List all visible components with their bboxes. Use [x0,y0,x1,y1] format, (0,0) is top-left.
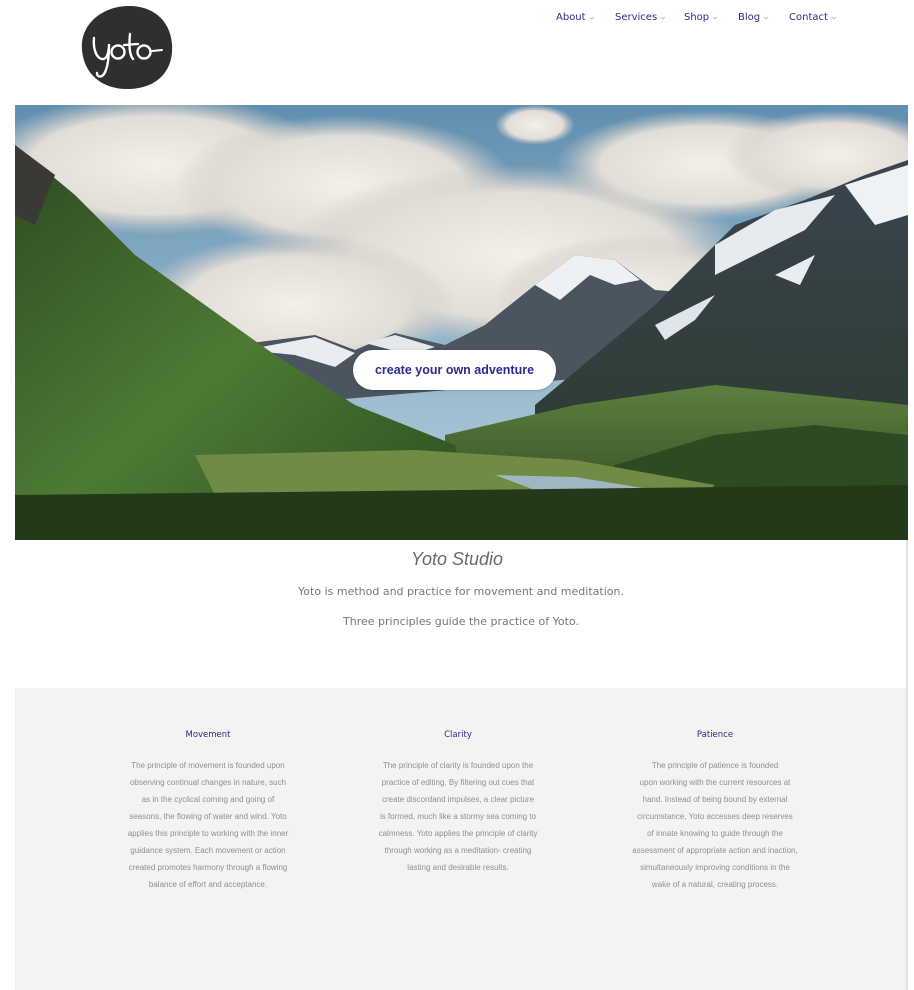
description-line: simultaneously improving conditions in t… [640,863,790,872]
nav-item-services[interactable]: Services [615,12,666,23]
description-line: The principle of movement is founded upo… [131,761,285,770]
nav-item-label: Services [615,12,658,23]
description-line: as in the cyclical coming and going of [141,795,275,804]
principle-title: Movement [185,730,231,740]
description-line: wake of a natural, creating process. [651,880,779,889]
description-line: is formed, much like a stormy sea coming… [379,812,537,821]
description-line: circumstance, Yoto accesses deep reserve… [637,812,793,821]
description-line: observing continual changes in nature, s… [129,778,287,787]
description-line: The principle of clarity is founded upon… [382,761,534,770]
nav-item-label: Shop [684,12,710,23]
principle-movement: Movement The principle of movement is fo… [108,730,308,893]
description-line: lasting and desirable results. [407,863,509,872]
intro-text: Yoto is method and practice for movement… [298,585,624,598]
nav-item-label: Contact [789,12,828,23]
principle-description: The principle of clarity is founded upon… [362,757,554,876]
chevron-down-icon [712,15,718,21]
chevron-down-icon [831,15,837,21]
principle-title: Patience [696,730,734,740]
page-edge-line [906,540,908,990]
intro-text: Three principles guide the practice of Y… [343,615,579,628]
description-line: through working as a meditation- creatin… [384,846,532,855]
description-line: create discordand impulses, a clear pict… [381,795,535,804]
description-line: practice of editing. By filtering out cu… [381,778,535,787]
nav-item-shop[interactable]: Shop [684,12,718,23]
description-line: balance of effort and acceptance. [148,880,268,889]
principle-title: Clarity [444,730,472,740]
main-nav: About Services Shop Blog Contact [0,12,914,26]
chevron-down-icon [589,15,595,21]
page-title: Yoto Studio [410,549,504,569]
description-line: applies this principle to working with t… [127,829,289,838]
nav-item-label: Blog [738,12,761,23]
description-line: hand. Instead of being bound by external [642,795,788,804]
description-line: guidance system. Each movement or action [130,846,286,855]
nav-item-label: About [556,12,586,23]
create-adventure-button[interactable]: create your own adventure [353,350,556,390]
nav-item-blog[interactable]: Blog [738,12,769,23]
nav-item-contact[interactable]: Contact [789,12,837,23]
description-line: calmness. Yoto applies the principle of … [378,829,538,838]
chevron-down-icon [660,15,666,21]
hero-mountain-image [15,105,908,540]
description-line: The principle of patience is founded [651,761,779,770]
description-line: assessment of appropriate action and ina… [632,846,798,855]
description-line: of innate knowing to guide through the [647,829,783,838]
nav-item-about[interactable]: About [556,12,595,23]
principle-description: The principle of patience is founded upo… [616,757,814,893]
description-line: created promotes harmony through a flowi… [128,863,288,872]
principle-patience: Patience The principle of patience is fo… [616,730,814,893]
description-line: seasons, the flowing of water and wind. … [129,812,287,821]
principle-clarity: Clarity The principle of clarity is foun… [362,730,554,876]
hero-banner: create your own adventure [15,105,908,540]
description-line: upon working with the current resources … [639,778,791,787]
principle-description: The principle of movement is founded upo… [108,757,308,893]
principles-section: Movement The principle of movement is fo… [15,688,906,990]
chevron-down-icon [763,15,769,21]
